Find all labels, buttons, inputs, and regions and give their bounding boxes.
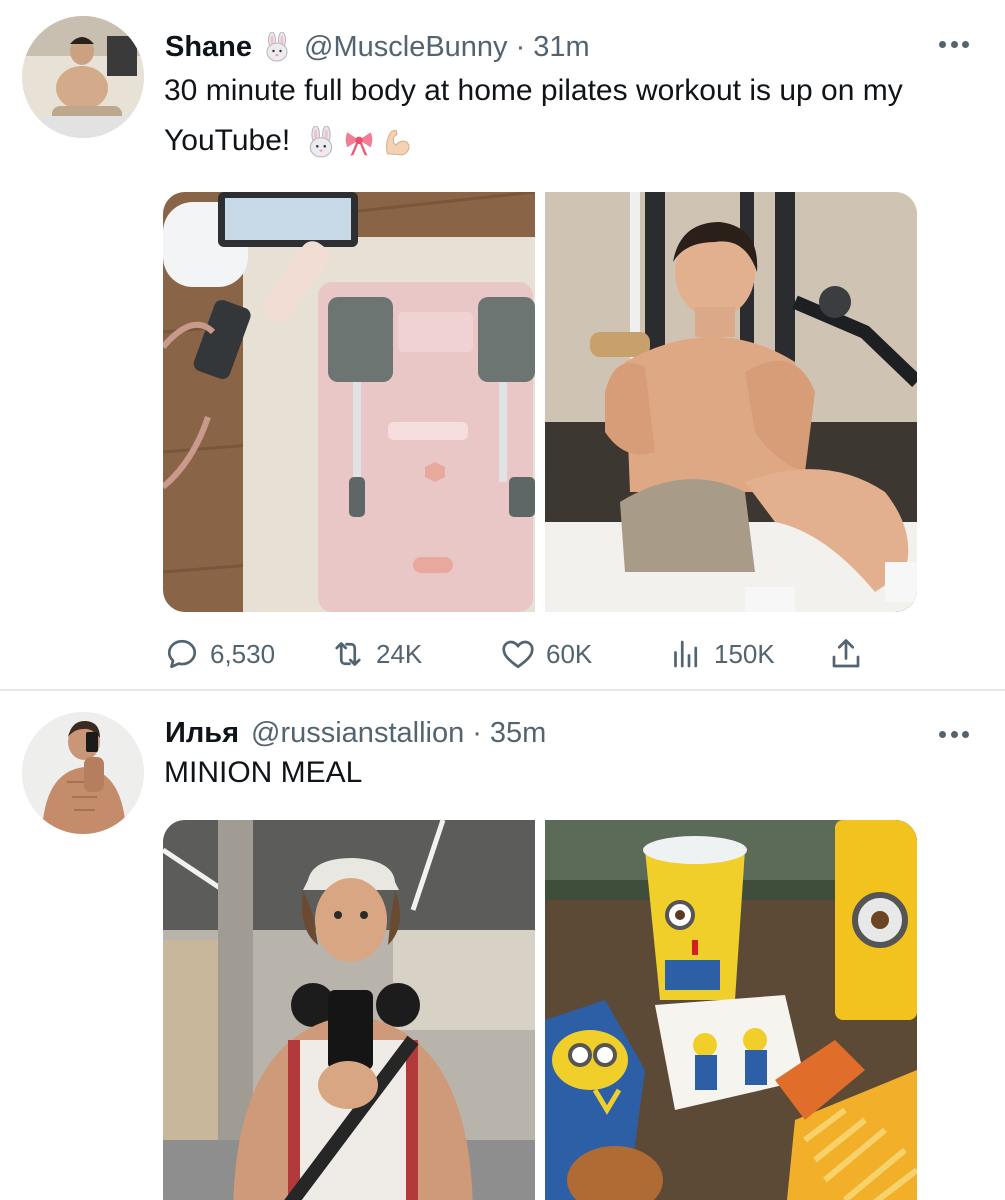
timestamp[interactable]: 35m <box>490 717 546 750</box>
tweet-text-content: MINION MEAL <box>164 756 363 789</box>
like-count: 60K <box>546 638 593 669</box>
separator-dot: · <box>472 716 482 749</box>
tweet-text: MINION MEAL <box>164 748 984 798</box>
tweet-emojis <box>305 126 413 158</box>
tweet-header: Илья @russianstallion · 35m <box>165 713 546 753</box>
tweet-media-grid <box>163 192 917 612</box>
retweet-button[interactable]: 24K <box>330 634 422 674</box>
views-button[interactable]: 150K <box>668 634 775 674</box>
tweet[interactable]: Илья @russianstallion · 35m MINION MEAL <box>0 690 1005 1200</box>
avatar[interactable] <box>22 16 144 138</box>
rabbit-face-icon <box>262 31 292 62</box>
tweet-header: Shane @MuscleBunny · 31m <box>165 27 590 67</box>
flexed-biceps-icon <box>385 129 410 156</box>
display-name[interactable]: Илья <box>165 717 239 750</box>
rabbit-face-icon <box>309 126 332 158</box>
tweet[interactable]: Shane @MuscleBunny · 31m 30 minute full … <box>0 0 1005 690</box>
reply-button[interactable]: 6,530 <box>164 634 275 674</box>
retweet-icon <box>335 642 361 666</box>
display-name[interactable]: Shane <box>165 31 252 64</box>
reply-icon <box>167 639 197 669</box>
like-button[interactable]: 60K <box>500 634 592 674</box>
shirtless-man-gym-photo[interactable] <box>545 192 917 612</box>
tweet-media-grid <box>163 820 917 1200</box>
timestamp[interactable]: 31m <box>533 31 589 64</box>
retweet-count: 24K <box>376 638 423 669</box>
gym-mirror-selfie-photo[interactable] <box>163 820 535 1200</box>
more-options-icon[interactable] <box>939 730 969 738</box>
heart-icon <box>502 640 534 669</box>
ribbon-icon <box>345 132 372 156</box>
user-handle[interactable]: @russianstallion <box>251 717 464 750</box>
views-bar-chart-icon <box>674 640 698 668</box>
avatar[interactable] <box>22 712 144 834</box>
share-button[interactable] <box>828 634 874 674</box>
mcdonalds-minion-meal-photo[interactable] <box>545 820 917 1200</box>
tweet-text: 30 minute full body at home pilates work… <box>164 66 984 166</box>
views-count: 150K <box>714 638 775 669</box>
separator-dot: · <box>515 30 526 63</box>
tweet-text-content: 30 minute full body at home pilates work… <box>164 74 903 157</box>
reply-count: 6,530 <box>210 638 276 669</box>
share-icon <box>832 639 860 668</box>
more-options-icon[interactable] <box>939 40 969 48</box>
pilates-equipment-photo[interactable] <box>163 192 535 612</box>
user-handle[interactable]: @MuscleBunny <box>304 31 508 64</box>
tweet-actions: 6,530 24K 60K 150K <box>164 634 884 674</box>
